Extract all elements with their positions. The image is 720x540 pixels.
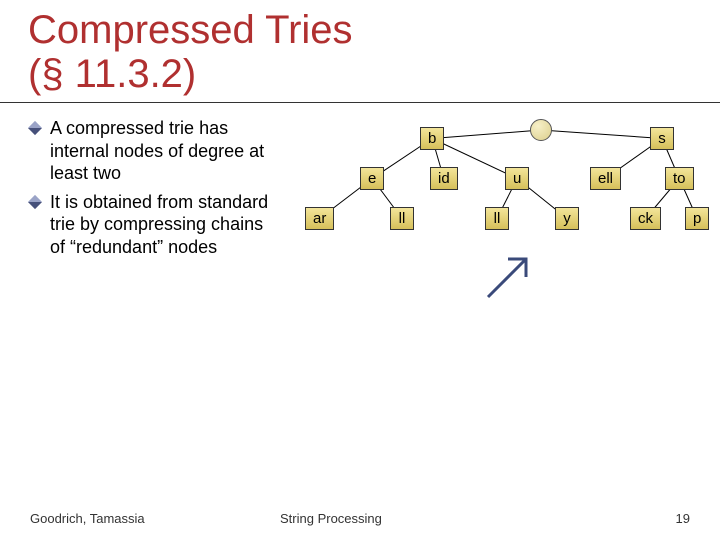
trie-node-ck: ck [630, 207, 661, 230]
trie-node-ll1: ll [390, 207, 414, 230]
trie-node-y: y [555, 207, 579, 230]
trie-node-u: u [505, 167, 529, 190]
footer-subject: String Processing [280, 511, 460, 526]
bullet-text: It is obtained from standard trie by com… [50, 191, 280, 259]
trie-node-ell: ell [590, 167, 621, 190]
trie-node-id: id [430, 167, 458, 190]
trie-node-s: s [650, 127, 674, 150]
diamond-bullet-icon [28, 121, 42, 135]
diamond-bullet-icon [28, 194, 42, 208]
bullet-list: A compressed trie has internal nodes of … [30, 117, 290, 337]
footer-page-num: 19 [460, 511, 690, 526]
trie-node-ll2: ll [485, 207, 509, 230]
arrow-icon [480, 245, 540, 305]
title-line-1: Compressed Tries [28, 8, 353, 52]
page-title: Compressed Tries (§ 11.3.2) [0, 0, 720, 103]
trie-diagram: b s e id u ell to ar ll ll y ck p [290, 117, 710, 337]
content-row: A compressed trie has internal nodes of … [0, 103, 720, 337]
trie-node-ar: ar [305, 207, 334, 230]
bullet-text: A compressed trie has internal nodes of … [50, 117, 280, 185]
trie-node-p: p [685, 207, 709, 230]
bullet-item: A compressed trie has internal nodes of … [30, 117, 280, 185]
trie-root [530, 119, 552, 141]
footer-authors: Goodrich, Tamassia [30, 511, 280, 526]
bullet-item: It is obtained from standard trie by com… [30, 191, 280, 259]
trie-node-to: to [665, 167, 694, 190]
trie-node-e: e [360, 167, 384, 190]
trie-node-b: b [420, 127, 444, 150]
footer: Goodrich, Tamassia String Processing 19 [0, 511, 720, 526]
title-line-2: (§ 11.3.2) [28, 52, 196, 96]
